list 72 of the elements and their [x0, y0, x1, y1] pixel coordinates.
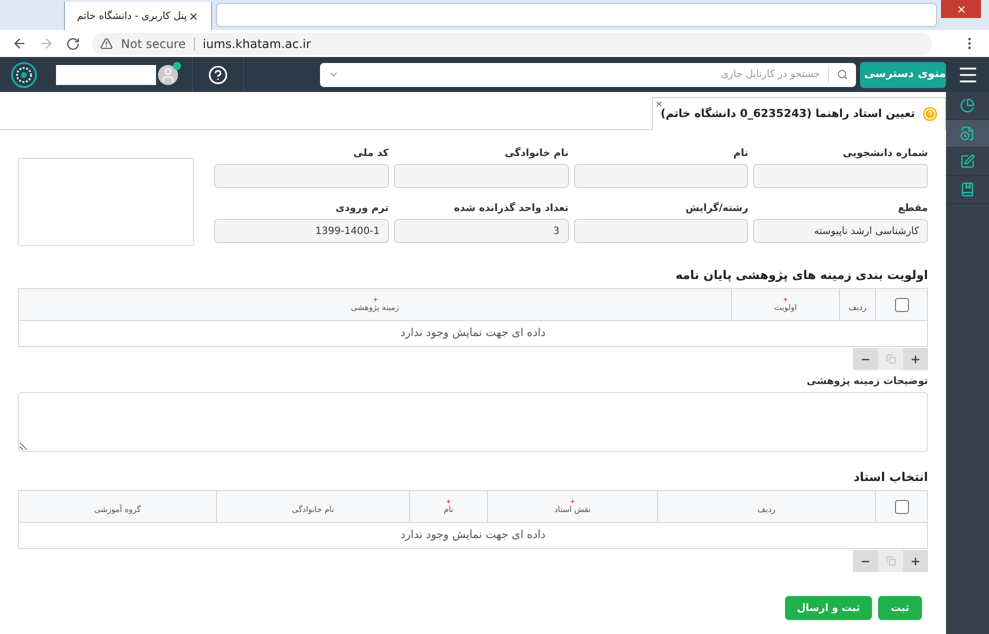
copy-icon — [886, 354, 896, 364]
remove-button[interactable] — [853, 348, 878, 370]
address-bar[interactable]: Not secure iums.khatam.ac.ir — [92, 32, 932, 54]
input-field[interactable] — [574, 219, 748, 243]
required-icon — [570, 498, 575, 504]
url-text: iums.khatam.ac.ir — [202, 36, 311, 52]
sidebar-icon — [960, 154, 975, 169]
table-title: اولویت بندی زمینه های پژوهشی پایان نامه — [674, 267, 928, 284]
column-label: ردیف — [758, 504, 776, 514]
person-icon — [160, 66, 176, 82]
add-button[interactable] — [903, 550, 928, 572]
search-input[interactable]: جستجو در کارتابل جاری — [339, 67, 828, 82]
close-icon — [654, 100, 663, 108]
input-field[interactable] — [753, 164, 928, 188]
input-field[interactable] — [394, 164, 568, 188]
table-title: انتخاب استاد — [852, 469, 928, 486]
field-label: کد ملی — [352, 147, 389, 161]
column-label: زمینه پژوهشی — [350, 302, 400, 312]
close-window-button[interactable] — [941, 0, 981, 18]
help-icon — [208, 64, 228, 84]
empty-message: داده ای جهت نمایش وجود ندارد — [400, 325, 546, 342]
input-field[interactable]: کارشناسی ارشد ناپیوسته — [753, 219, 928, 243]
column-label: نام خانوادگی — [292, 504, 334, 514]
required-icon — [446, 498, 451, 504]
input-field[interactable]: 3 — [394, 219, 568, 243]
field-label: ترم ورودی — [334, 202, 389, 216]
empty-message: داده ای جهت نمایش وجود ندارد — [400, 527, 546, 544]
input-field[interactable] — [574, 164, 748, 188]
plus-icon — [910, 556, 921, 566]
select-all-checkbox[interactable] — [894, 298, 908, 312]
back-icon — [12, 36, 27, 51]
field-label: مقطع — [897, 202, 928, 216]
reload-icon — [66, 36, 80, 50]
column-label: اولویت — [774, 302, 797, 312]
description-field[interactable] — [18, 392, 928, 452]
column-label: نام — [444, 504, 454, 514]
add-button[interactable] — [903, 348, 928, 370]
sidebar-icon — [960, 182, 975, 197]
input-field[interactable]: 1399-1400-1 — [214, 219, 389, 243]
column-label: نقش استاد — [554, 504, 591, 514]
search-icon — [837, 69, 848, 80]
field-label: شماره دانشجویی — [842, 147, 928, 161]
close-icon — [956, 4, 966, 14]
tab-title: پنل کاربری - دانشگاه خاتم — [77, 9, 187, 24]
select-all-checkbox[interactable] — [894, 500, 908, 514]
forward-icon — [39, 36, 54, 51]
sidebar-icon — [960, 98, 975, 113]
plus-icon — [910, 354, 921, 364]
required-icon — [372, 296, 378, 302]
field-label: توضیحات زمینه پژوهشی — [806, 375, 928, 389]
required-icon — [783, 296, 788, 302]
input-field[interactable] — [214, 164, 389, 188]
field-label: نام — [732, 147, 748, 161]
security-label: Not secure — [121, 36, 186, 52]
field-label: تعداد واحد گذرانده شده — [452, 201, 568, 216]
warning-icon — [100, 37, 113, 50]
page-tab[interactable]: تعیین استاد راهنما (6235243_0 دانشگاه خاتم) — [652, 97, 946, 130]
help-badge-icon — [923, 107, 937, 121]
column-label: گروه آموزشی — [94, 504, 141, 514]
sidebar-icon — [960, 126, 975, 141]
browser-tab[interactable]: پنل کاربری - دانشگاه خاتم — [64, 2, 212, 30]
field-label: رشته/گرایش — [684, 201, 748, 216]
field-label: نام خانوادگی — [504, 146, 568, 161]
copy-icon — [886, 556, 896, 566]
page-tab-title: تعیین استاد راهنما (6235243_0 دانشگاه خاتم) — [660, 106, 915, 122]
close-icon — [188, 10, 199, 22]
remove-button[interactable] — [853, 550, 878, 572]
logo-icon — [11, 62, 37, 88]
column-label: ردیف — [848, 302, 866, 312]
search-field[interactable]: جستجو در کارتابل جاری — [320, 62, 856, 86]
sidebar-item[interactable] — [946, 120, 989, 148]
avatar[interactable] — [158, 64, 178, 84]
